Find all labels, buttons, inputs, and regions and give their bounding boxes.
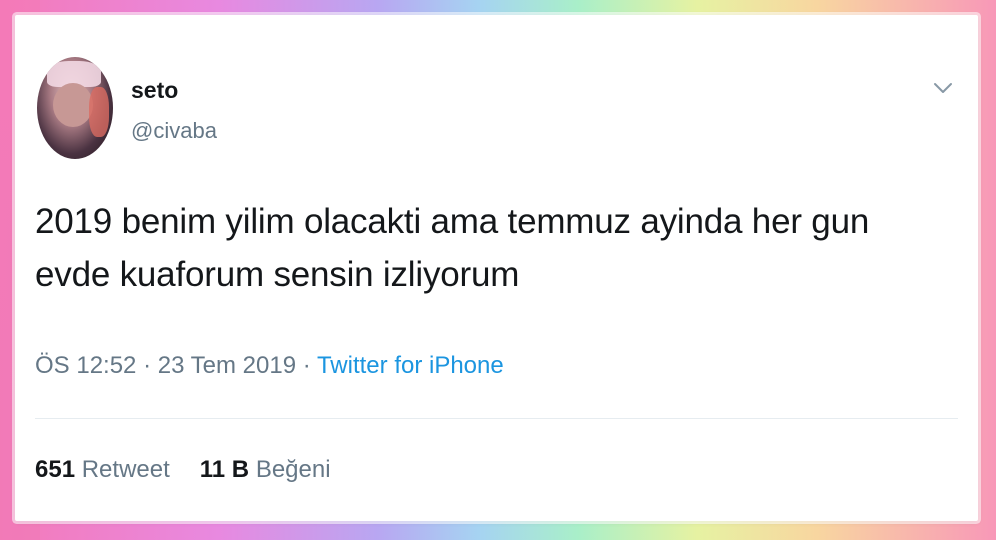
tweet-time[interactable]: ÖS 12:52 xyxy=(35,352,136,379)
meta-separator: · xyxy=(296,352,317,379)
tweet-meta: ÖS 12:52 · 23 Tem 2019 · Twitter for iPh… xyxy=(35,352,504,380)
tweet-card: seto @civaba 2019 benim yilim olacakti a… xyxy=(15,15,978,521)
display-name[interactable]: seto xyxy=(131,77,178,104)
likes-count: 11 B xyxy=(199,456,250,483)
retweets-count: 651 xyxy=(35,456,76,483)
retweets-label: Retweet xyxy=(81,456,170,483)
user-handle[interactable]: @civaba xyxy=(131,118,217,144)
tweet-text: 2019 benim yilim olacakti ama temmuz ayi… xyxy=(35,195,955,301)
chevron-down-icon[interactable] xyxy=(932,79,954,97)
likes-stat[interactable]: 11 B Beğeni xyxy=(200,456,331,483)
tweet-stats: 651 Retweet 11 B Beğeni xyxy=(35,456,331,484)
avatar[interactable] xyxy=(37,57,113,159)
likes-label: Beğeni xyxy=(255,456,331,483)
avatar-face xyxy=(53,83,93,127)
tweet-text-line: 2019 benim yilim olacakti ama temmuz ayi… xyxy=(35,202,870,241)
retweets-stat[interactable]: 651 Retweet xyxy=(35,456,170,483)
meta-separator: · xyxy=(136,352,158,379)
avatar-highlight xyxy=(89,87,109,137)
divider xyxy=(35,418,958,419)
tweet-date[interactable]: 23 Tem 2019 xyxy=(158,352,296,379)
tweet-source-link[interactable]: Twitter for iPhone xyxy=(317,352,504,379)
tweet-text-line: evde kuaforum sensin izliyorum xyxy=(35,255,520,294)
